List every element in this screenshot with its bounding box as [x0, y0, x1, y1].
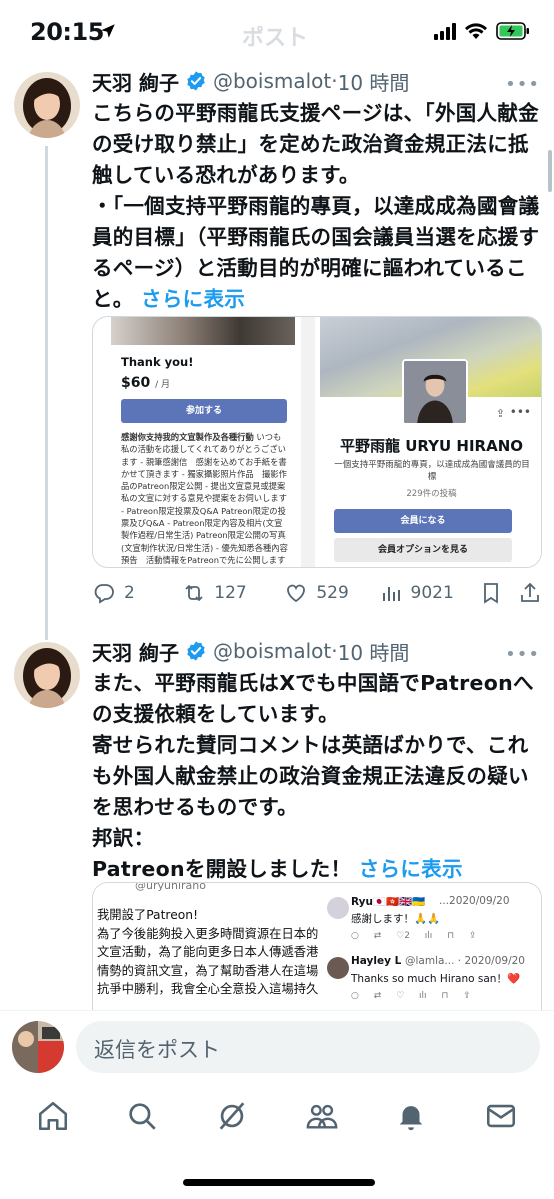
media-image[interactable]: Thank you! $60 / 月 参加する 感謝你支持我的文宣製作及各種行動… — [92, 316, 542, 568]
share-icon — [521, 582, 539, 602]
reply-actions: ○ ⇄ ♡ ılı ⊓ ⇪ — [351, 991, 471, 1001]
header-title-faint: ポスト — [242, 26, 309, 51]
communities-icon[interactable] — [305, 1099, 339, 1133]
verified-badge-icon — [187, 641, 205, 661]
reply-button[interactable]: 2 — [92, 581, 182, 605]
repost-button[interactable]: 127 — [182, 581, 284, 605]
show-more-link[interactable]: さらに表示 — [141, 287, 245, 311]
tweet-header: 天羽 絢子 @boismalot · 10 時間 — [92, 66, 542, 96]
tweet-text: こちらの平野雨龍氏支援ページは、「外国人献金の受け取り禁止」を定めた政治資金規正… — [92, 98, 542, 315]
become-member-button[interactable]: 会員になる — [334, 509, 512, 533]
bottom-nav — [0, 1080, 554, 1152]
profile-photo — [402, 359, 468, 425]
grok-icon[interactable] — [215, 1099, 249, 1133]
notifications-icon[interactable] — [394, 1099, 428, 1133]
reply-item: Ryu🇯🇵🇭🇰🇬🇧🇺🇦 ...2020/09/20 感謝します！🙏🙏 ○ ⇄ ♡… — [321, 895, 541, 957]
tier-description: 感謝你支持我的文宣製作及各種行動 いつも私の活動を応援してくれてありがとうござい… — [121, 431, 294, 566]
tweet-text: また、平野雨龍氏はXでも中国語でPatreonへの支援依頼をしています。 寄せら… — [92, 668, 542, 885]
views-count: 9021 — [410, 583, 454, 603]
reply-icon — [94, 584, 114, 604]
more-options-icon[interactable]: ••• — [505, 644, 540, 665]
reply-text: 感謝します！🙏🙏 — [351, 913, 441, 925]
reply-like-count: 2 — [404, 931, 410, 941]
repost-count: 127 — [214, 583, 247, 603]
price: $60 — [121, 375, 151, 391]
verified-badge-icon — [187, 71, 205, 91]
like-count: 529 — [316, 583, 349, 603]
bookmark-button[interactable] — [479, 581, 510, 605]
media-left-photo — [111, 317, 295, 345]
scrollbar-thumb[interactable] — [548, 150, 552, 192]
tweet-time[interactable]: 10 時間 — [338, 637, 410, 666]
views-button[interactable]: 9021 — [379, 581, 479, 605]
tweet-header: 天羽 絢子 @boismalot · 10 時間 — [92, 636, 542, 666]
tweet-content: 天羽 絢子 @boismalot · 10 時間 ••• こちらの平野雨龍氏支援… — [92, 66, 542, 315]
reply-name: Ryu🇯🇵🇭🇰🇬🇧🇺🇦 — [351, 896, 426, 908]
tweet-text-body: こちらの平野雨龍氏支援ページは、「外国人献金の受け取り禁止」を定めた政治資金規正… — [92, 101, 540, 311]
tweet-content: 天羽 絢子 @boismalot · 10 時間 ••• また、平野雨龍氏はXで… — [92, 636, 542, 885]
quoted-post: @uryuhirano 我開設了Patreon! 為了今後能夠投入更多時間資源在… — [93, 883, 321, 1010]
more-icon[interactable]: ••• — [510, 405, 531, 419]
media-image[interactable]: @uryuhirano 我開設了Patreon! 為了今後能夠投入更多時間資源在… — [92, 882, 542, 1010]
status-icons — [434, 22, 530, 40]
price-row: $60 / 月 — [121, 375, 295, 391]
reply-input[interactable]: 返信をポスト — [76, 1021, 540, 1073]
reply-avatar — [327, 897, 349, 919]
reply-list: Ryu🇯🇵🇭🇰🇬🇧🇺🇦 ...2020/09/20 感謝します！🙏🙏 ○ ⇄ ♡… — [321, 883, 541, 1010]
avatar[interactable] — [14, 642, 80, 708]
status-bar: 20:15 ポスト — [0, 0, 554, 66]
avatar[interactable] — [14, 72, 80, 138]
show-more-link[interactable]: さらに表示 — [359, 857, 463, 881]
member-options-button[interactable]: 会員オプションを見る — [334, 538, 512, 562]
reply-composer: 返信をポスト — [0, 1010, 554, 1080]
bookmark-icon — [483, 583, 498, 604]
reply-text: Thanks so much Hirano san！❤️ — [351, 973, 521, 985]
messages-icon[interactable] — [484, 1099, 518, 1133]
reply-meta: ...2020/09/20 — [439, 895, 510, 907]
battery-charging-icon — [496, 22, 529, 40]
tweet-time[interactable]: 10 時間 — [338, 67, 410, 96]
views-icon — [382, 587, 400, 601]
media-divider — [301, 317, 315, 567]
reply-name: Hayley L — [351, 955, 402, 967]
reply-item: Hayley L @lamla... · 2020/09/20 Thanks s… — [321, 955, 541, 1010]
author-handle[interactable]: @boismalot — [213, 69, 331, 93]
creator-title: 平野雨龍 URYU HIRANO — [340, 437, 523, 455]
my-avatar[interactable] — [12, 1021, 64, 1073]
repost-icon — [185, 585, 203, 601]
home-indicator[interactable] — [183, 1179, 375, 1186]
status-time: 20:15 — [30, 18, 104, 46]
tier-description-title: 感謝你支持我的文宣製作及各種行動 — [121, 432, 254, 442]
tweet-text-body: また、平野雨龍氏はXでも中国語でPatreonへの支援依頼をしています。 寄せら… — [92, 671, 534, 881]
reply-avatar — [327, 957, 349, 979]
like-button[interactable]: 529 — [284, 581, 378, 605]
quoted-text: 我開設了Patreon! 為了今後能夠投入更多時間資源在日本的文宣活動，為了能向… — [97, 908, 319, 997]
price-period: / 月 — [155, 380, 171, 390]
tweet-actions: 2 127 529 9021 — [92, 578, 542, 608]
posts-count: 229件の投稿 — [406, 489, 457, 499]
reply-count: 2 — [124, 583, 135, 603]
media-right-panel: ⇪ ••• 平野雨龍 URYU HIRANO 一個支持平野雨龍的專頁，以達成成為… — [320, 317, 541, 567]
more-options-icon[interactable]: ••• — [505, 74, 540, 95]
reply-actions: ○ ⇄ ♡2 ılı ⊓ ⇪ — [351, 931, 477, 941]
thread-line — [45, 146, 48, 640]
share-button[interactable] — [518, 581, 542, 605]
location-arrow-icon — [101, 24, 115, 38]
creator-description: 一個支持平野雨龍的專頁，以達成成為國會議員的目標 — [334, 460, 530, 482]
wifi-icon — [465, 23, 487, 39]
author-handle[interactable]: @boismalot — [213, 639, 331, 663]
media-left-panel: Thank you! $60 / 月 参加する 感謝你支持我的文宣製作及各種行動… — [111, 317, 295, 567]
author-name[interactable]: 天羽 絢子 — [92, 67, 179, 96]
search-icon[interactable] — [125, 1099, 159, 1133]
quoted-handle: @uryuhirano — [135, 883, 206, 892]
author-name[interactable]: 天羽 絢子 — [92, 637, 179, 666]
share-icon[interactable]: ⇪ — [496, 407, 505, 420]
thank-you-label: Thank you! — [121, 355, 194, 369]
cellular-signal-icon — [434, 22, 456, 40]
reply-meta: @lamla... · 2020/09/20 — [405, 955, 525, 967]
heart-icon — [287, 584, 306, 603]
tier-description-body: いつも私の活動を応援してくれてありがとうございます - 親筆感謝信 感謝を込めて… — [121, 432, 294, 565]
join-button[interactable]: 参加する — [121, 399, 287, 423]
home-icon[interactable] — [36, 1099, 70, 1133]
